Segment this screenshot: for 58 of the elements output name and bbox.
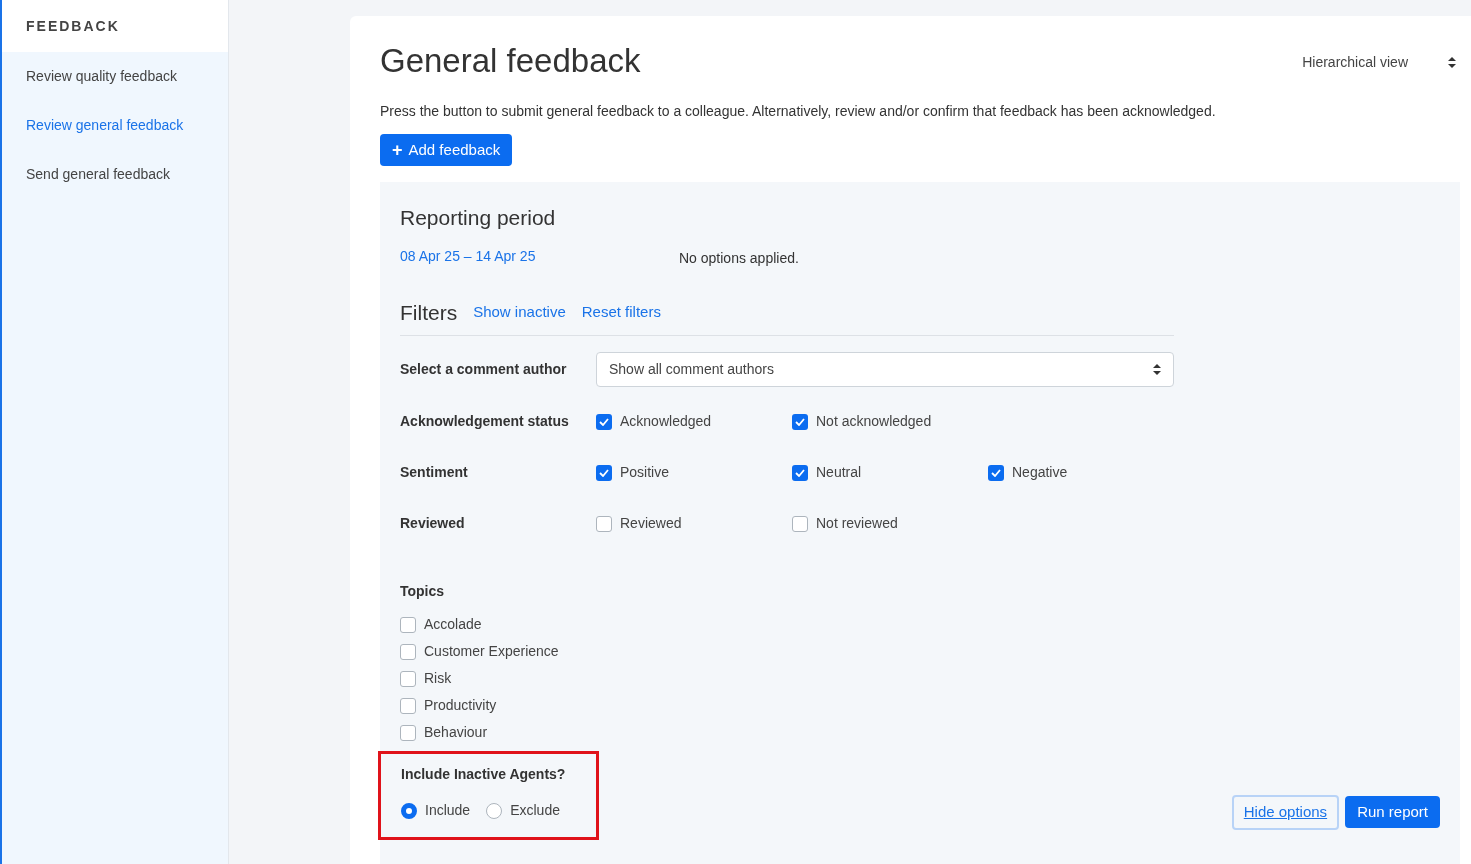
checkbox[interactable] xyxy=(792,515,808,532)
checkbox[interactable] xyxy=(400,643,416,660)
checkbox[interactable] xyxy=(400,616,416,633)
checkbox[interactable] xyxy=(400,724,416,741)
checkbox[interactable] xyxy=(596,413,612,430)
checkbox-label[interactable]: Not acknowledged xyxy=(816,411,932,433)
section-heading: Filters xyxy=(400,302,458,324)
checkbox-label[interactable]: Risk xyxy=(424,668,452,690)
filter-link[interactable]: Reset filters xyxy=(581,300,661,324)
checkbox[interactable] xyxy=(400,670,416,687)
field-label: Select a comment author xyxy=(400,360,568,380)
checkmark-icon xyxy=(991,468,1001,477)
filter-link[interactable]: Show inactive xyxy=(473,300,566,324)
field-label: Reviewed xyxy=(400,514,466,534)
checkbox[interactable] xyxy=(400,697,416,714)
sidebar-heading: FEEDBACK xyxy=(26,16,120,36)
field-label: Include Inactive Agents? xyxy=(401,765,566,785)
radio-button[interactable] xyxy=(401,802,417,819)
checkbox[interactable] xyxy=(596,464,612,481)
checkbox-label[interactable]: Acknowledged xyxy=(620,411,712,433)
checkbox-label[interactable]: Negative xyxy=(1012,462,1068,484)
checkbox-label[interactable]: Customer Experience xyxy=(424,641,559,663)
checkbox-label[interactable]: Accolade xyxy=(424,614,482,636)
radio-label[interactable]: Exclude xyxy=(510,800,560,822)
checkbox-label[interactable]: Positive xyxy=(620,462,670,484)
sort-caret-icon xyxy=(1153,364,1161,376)
checkbox[interactable] xyxy=(988,464,1004,481)
field-label: Sentiment xyxy=(400,463,469,483)
checkbox[interactable] xyxy=(596,515,612,532)
page-title: General feedback xyxy=(380,41,641,81)
checkbox[interactable] xyxy=(792,413,808,430)
radio-button[interactable] xyxy=(486,802,503,819)
hide-options-link[interactable]: Hide options xyxy=(1231,795,1340,830)
sidebar-item[interactable]: Review quality feedback xyxy=(2,52,228,101)
sort-caret-icon xyxy=(1448,57,1456,68)
sidebar-item[interactable]: Review general feedback xyxy=(2,101,228,150)
field-label: Topics xyxy=(400,582,445,602)
field-label: Acknowledgement status xyxy=(400,412,570,432)
checkbox-label[interactable]: Not reviewed xyxy=(816,513,898,535)
checkbox-label[interactable]: Productivity xyxy=(424,695,497,717)
author-select[interactable]: Show all comment authors xyxy=(596,352,1174,388)
view-select[interactable]: Hierarchical view xyxy=(1302,52,1456,73)
checkbox-label[interactable]: Behaviour xyxy=(424,722,488,744)
checkmark-icon xyxy=(795,417,805,426)
checkbox[interactable] xyxy=(792,464,808,481)
date-range-link[interactable]: 08 Apr 25 – 14 Apr 25 xyxy=(400,245,679,269)
section-heading: Reporting period xyxy=(400,205,557,232)
radio-label[interactable]: Include xyxy=(425,800,471,822)
page-description: Press the button to submit general feedback to a colleague. Alternatively, review and/or confirm that feedback has been acknowledged. xyxy=(380,102,1217,122)
options-summary: No options applied. xyxy=(679,248,799,268)
add-feedback-button[interactable]: + Add feedback xyxy=(380,134,513,167)
checkbox-label[interactable]: Neutral xyxy=(816,462,862,484)
run-report-button[interactable]: Run report xyxy=(1345,796,1440,828)
checkmark-icon xyxy=(599,468,609,477)
checkmark-icon xyxy=(599,417,609,426)
checkmark-icon xyxy=(795,468,805,477)
checkbox-label[interactable]: Reviewed xyxy=(620,513,682,535)
sidebar-item[interactable]: Send general feedback xyxy=(2,150,228,199)
